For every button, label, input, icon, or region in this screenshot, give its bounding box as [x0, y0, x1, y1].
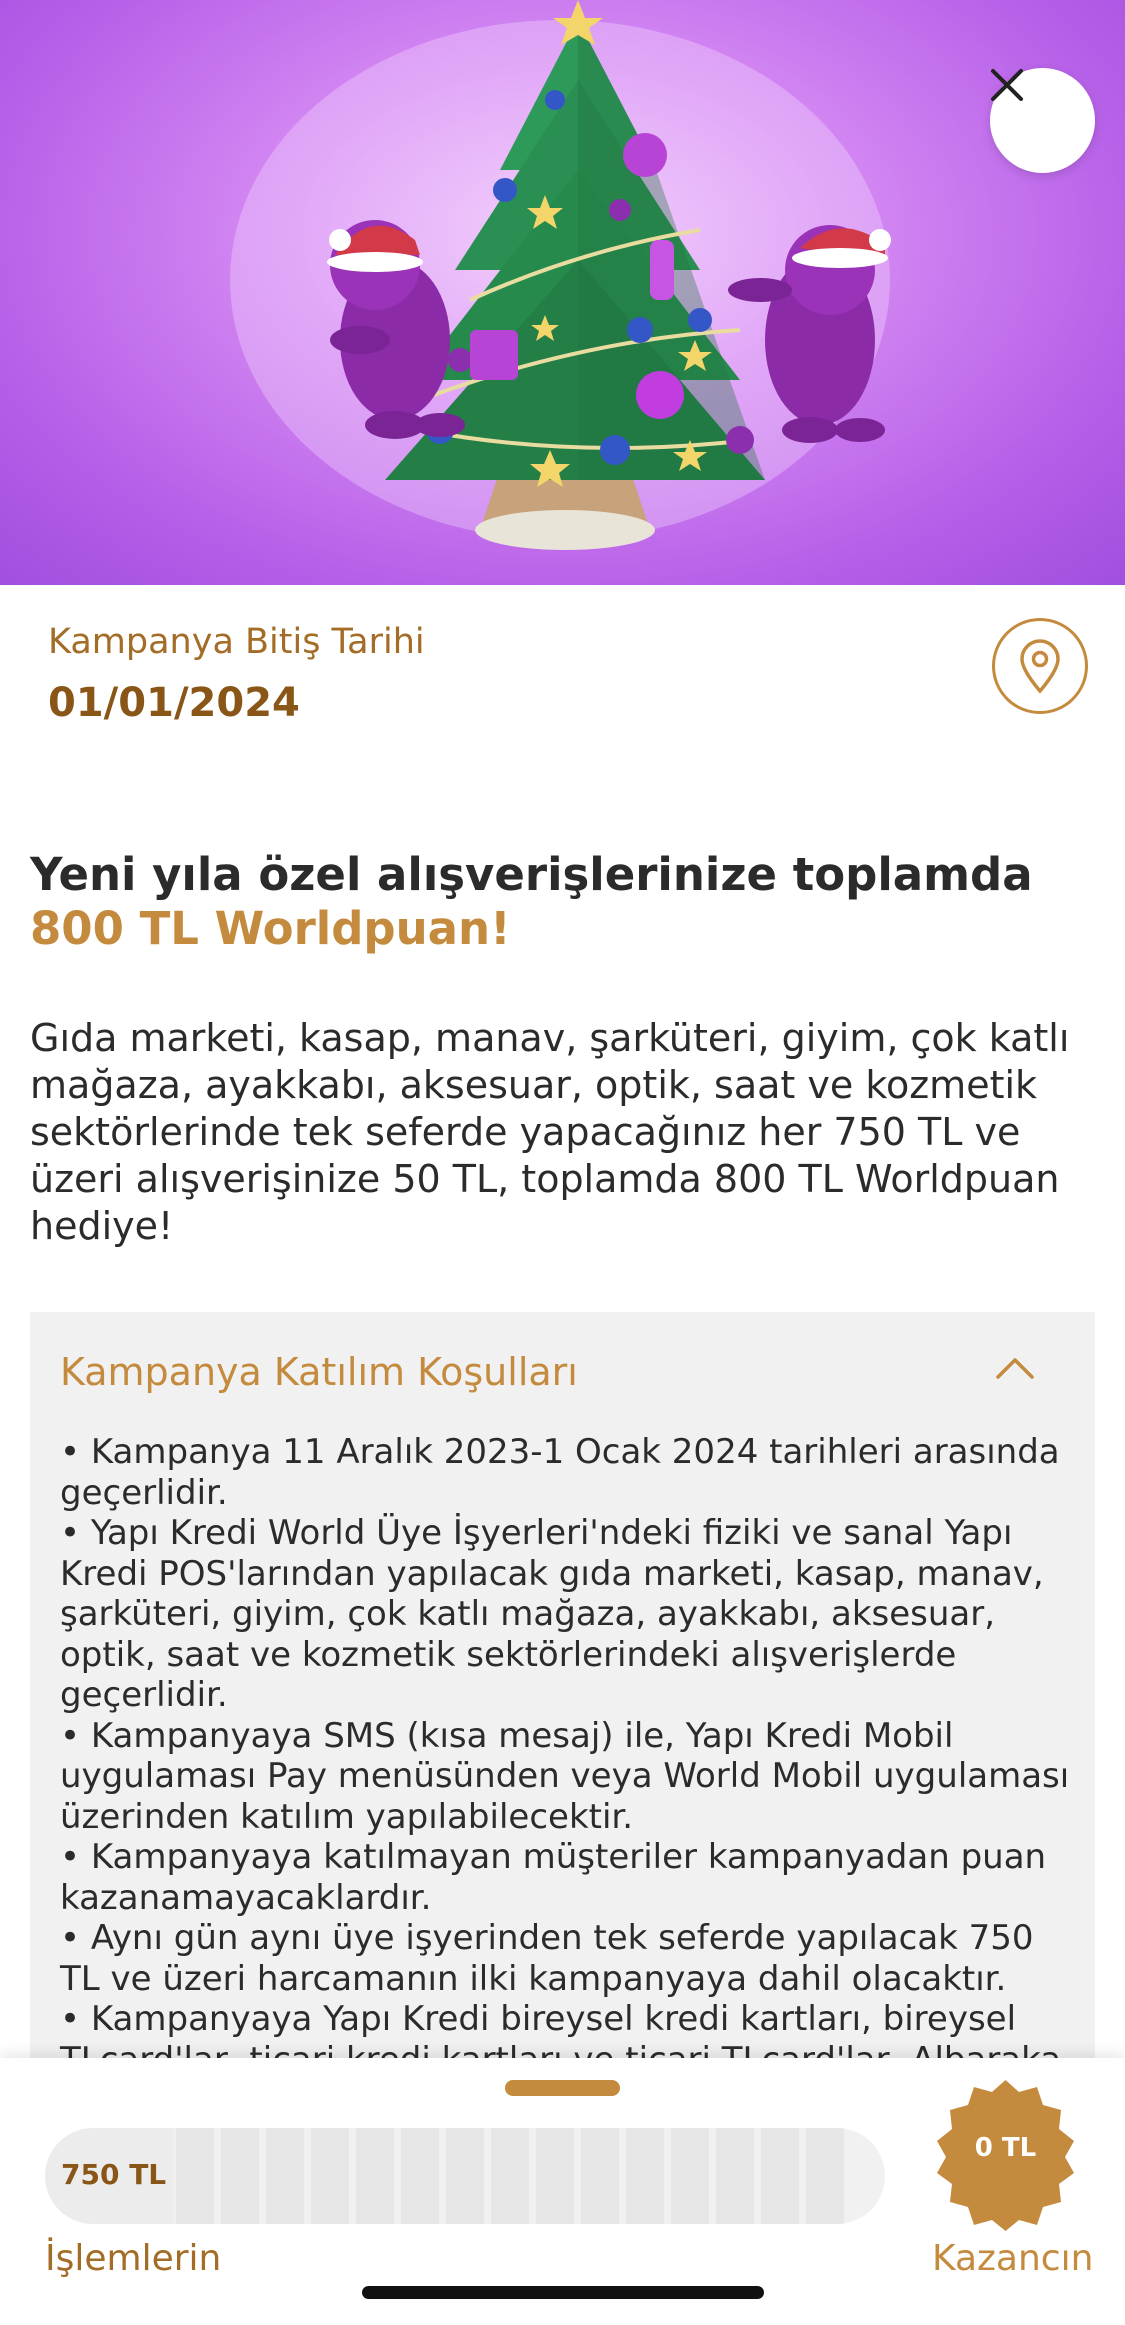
end-date-label: Kampanya Bitiş Tarihi [48, 622, 425, 662]
progress-segment [536, 2128, 574, 2224]
progress-segment [491, 2128, 529, 2224]
close-button[interactable] [990, 68, 1095, 173]
christmas-tree-illustration [230, 0, 891, 550]
conditions-accordion-title[interactable]: Kampanya Katılım Koşulları [60, 1350, 578, 1394]
transactions-label[interactable]: İşlemlerin [45, 2238, 221, 2279]
campaign-hero-banner [0, 0, 1125, 585]
campaign-title-main: Yeni yıla özel alışverişlerinize toplamd… [30, 848, 1033, 901]
progress-segment [311, 2128, 349, 2224]
progress-segment [266, 2128, 304, 2224]
close-icon [991, 69, 1023, 101]
chevron-up-icon[interactable] [995, 1356, 1035, 1380]
campaign-title-accent: 800 TL Worldpuan! [30, 902, 511, 955]
progress-segment [401, 2128, 439, 2224]
progress-sheet: 750 TL İşlemlerin 0 TL Kazancın [0, 2058, 1125, 2325]
campaign-description: Gıda marketi, kasap, manav, şarküteri, g… [30, 1016, 1070, 1248]
progress-segment [716, 2128, 754, 2224]
earnings-badge[interactable]: 0 TL [928, 2078, 1083, 2233]
earnings-value: 0 TL [974, 2133, 1037, 2163]
progress-segment [356, 2128, 394, 2224]
progress-segment [446, 2128, 484, 2224]
condition-item: • Aynı gün aynı üye işyerinden tek sefer… [60, 1918, 1034, 1999]
home-indicator[interactable] [362, 2286, 764, 2299]
progress-step-label: 750 TL [61, 2158, 167, 2191]
condition-item: • Kampanyaya katılmayan müşteriler kampa… [60, 1837, 1047, 1918]
sheet-drag-handle[interactable] [505, 2080, 620, 2096]
progress-segment [806, 2128, 844, 2224]
progress-segment [626, 2128, 664, 2224]
location-button[interactable] [992, 618, 1088, 714]
end-date-value: 01/01/2024 [48, 680, 300, 726]
progress-segment [671, 2128, 709, 2224]
progress-segment [581, 2128, 619, 2224]
progress-segment [221, 2128, 259, 2224]
campaign-title: Yeni yıla özel alışverişlerinize toplamd… [30, 848, 1090, 956]
location-pin-icon [1020, 639, 1060, 694]
conditions-body: • Kampanya 11 Aralık 2023-1 Ocak 2024 ta… [60, 1432, 1075, 2121]
condition-item: • Yapı Kredi World Üye İşyerleri'ndeki f… [60, 1513, 1044, 1715]
progress-segment [176, 2128, 214, 2224]
spending-progress-bar: 750 TL [45, 2128, 885, 2224]
earnings-label[interactable]: Kazancın [932, 2238, 1093, 2279]
condition-item: • Kampanya 11 Aralık 2023-1 Ocak 2024 ta… [60, 1432, 1060, 1513]
condition-item: • Kampanyaya SMS (kısa mesaj) ile, Yapı … [60, 1715, 1070, 1837]
progress-segment [761, 2128, 799, 2224]
